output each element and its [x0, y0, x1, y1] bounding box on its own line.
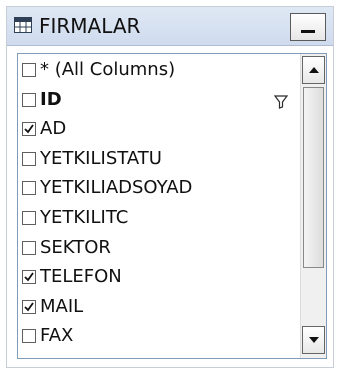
column-label: ID: [40, 88, 62, 110]
column-row[interactable]: ID: [18, 86, 300, 115]
column-label: FAX: [40, 325, 74, 347]
column-checkbox[interactable]: [22, 151, 36, 166]
column-label: SEKTOR: [40, 236, 111, 258]
column-row[interactable]: AD: [18, 115, 300, 144]
chevron-down-icon: [309, 337, 319, 343]
table-designer-panel: FIRMALAR * (All Columns) ID AD YETKILISTATU…: [6, 6, 334, 368]
column-row[interactable]: TELEFON: [18, 263, 300, 292]
check-icon: [24, 272, 34, 282]
check-icon: [24, 302, 34, 312]
column-checkbox[interactable]: [22, 270, 36, 285]
column-checkbox[interactable]: [22, 211, 36, 225]
check-icon: [24, 124, 34, 134]
column-label: AD: [40, 118, 67, 140]
column-row[interactable]: YETKILITC: [18, 204, 300, 233]
column-checkbox[interactable]: [22, 92, 36, 107]
column-row[interactable]: * (All Columns): [18, 56, 300, 85]
column-list: * (All Columns) ID AD YETKILISTATU YETKILIAD…: [17, 53, 327, 359]
column-label: * (All Columns): [40, 59, 176, 80]
chevron-up-icon: [309, 67, 319, 73]
column-label: TELEFON: [40, 266, 122, 288]
column-label: YETKILISTATU: [40, 147, 162, 169]
column-row[interactable]: SEKTOR: [18, 234, 300, 263]
column-row[interactable]: FAX: [18, 322, 300, 351]
table-titlebar[interactable]: FIRMALAR: [7, 7, 333, 46]
column-row[interactable]: YETKILIADSOYAD: [18, 174, 300, 203]
table-title: FIRMALAR: [39, 14, 141, 38]
column-row[interactable]: MAIL: [18, 293, 300, 322]
column-checkbox[interactable]: [22, 63, 36, 77]
column-checkbox[interactable]: [22, 329, 36, 344]
minimize-icon: [301, 30, 315, 33]
column-row[interactable]: YETKILISTATU: [18, 145, 300, 174]
column-label: YETKILITC: [40, 207, 129, 228]
column-label: YETKILIADSOYAD: [40, 177, 193, 199]
scroll-down-button[interactable]: [302, 326, 325, 354]
table-grid-icon: [14, 17, 32, 33]
column-checkbox[interactable]: [22, 181, 36, 196]
column-checkbox[interactable]: [22, 299, 36, 314]
scroll-thumb[interactable]: [303, 87, 324, 268]
column-label: MAIL: [40, 295, 84, 317]
column-checkbox[interactable]: [22, 240, 36, 255]
column-checkbox[interactable]: [22, 122, 36, 137]
scroll-up-button[interactable]: [302, 56, 325, 84]
vertical-scrollbar[interactable]: [300, 54, 326, 358]
minimize-button[interactable]: [290, 13, 326, 41]
filter-icon: [273, 94, 289, 109]
